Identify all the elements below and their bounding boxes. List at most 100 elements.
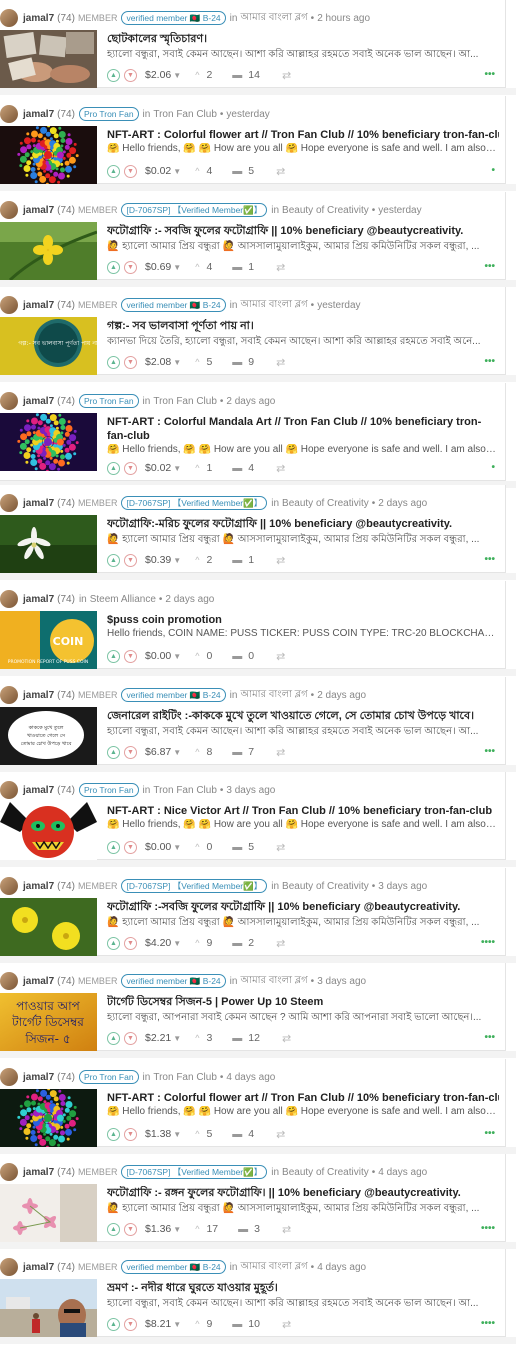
payout-value[interactable]: $8.21 xyxy=(145,1318,171,1330)
post-excerpt[interactable]: 🙋 হ্যালো আমার প্রিয় বন্ধুরা 🙋 আসসালামুয… xyxy=(107,1201,497,1218)
vote-count[interactable]: ^ 5 xyxy=(195,1128,212,1140)
resteem-icon[interactable]: ⇄ xyxy=(276,462,285,475)
community-link[interactable]: আমার বাংলা ব্লগ xyxy=(240,687,307,704)
downvote-icon[interactable]: ▼ xyxy=(124,1127,137,1141)
downvote-icon[interactable]: ▼ xyxy=(124,1317,137,1331)
more-options-icon[interactable]: •••• xyxy=(481,1223,495,1234)
resteem-icon[interactable]: ⇄ xyxy=(282,1032,291,1045)
vote-count[interactable]: ^ 4 xyxy=(195,261,212,273)
payout-value[interactable]: $1.38 xyxy=(145,1128,171,1140)
post-thumbnail[interactable] xyxy=(0,126,97,184)
downvote-icon[interactable]: ▼ xyxy=(124,553,137,567)
payout-value[interactable]: $2.06 xyxy=(145,69,171,81)
author-name[interactable]: jamal7 xyxy=(23,109,54,120)
post-title[interactable]: ফটোগ্রাফি :- সবজি ফুলের ফটোগ্রাফি || 10%… xyxy=(107,224,499,238)
author-name[interactable]: jamal7 xyxy=(23,205,54,216)
comment-count[interactable]: ▬ 7 xyxy=(232,746,254,758)
post-title[interactable]: NFT-ART : Nice Victor Art // Tron Fan Cl… xyxy=(107,804,499,818)
more-options-icon[interactable]: • xyxy=(491,462,495,473)
chevron-down-icon[interactable]: ▼ xyxy=(173,843,181,852)
author-name[interactable]: jamal7 xyxy=(23,13,54,24)
author-name[interactable]: jamal7 xyxy=(23,976,54,987)
author-name[interactable]: jamal7 xyxy=(23,396,54,407)
avatar[interactable] xyxy=(0,686,18,704)
community-link[interactable]: Tron Fan Club xyxy=(153,396,217,407)
post-thumbnail[interactable] xyxy=(0,30,97,88)
comment-count[interactable]: ▬ 4 xyxy=(232,1128,254,1140)
post-card[interactable]: jamal7 (74) MEMBER verified member 🇧🇩 B-… xyxy=(0,677,516,772)
vote-count[interactable]: ^ 8 xyxy=(195,746,212,758)
payout-value[interactable]: $0.02 xyxy=(145,165,171,177)
upvote-icon[interactable]: ▲ xyxy=(107,1317,120,1331)
author-name[interactable]: jamal7 xyxy=(23,594,54,605)
chevron-down-icon[interactable]: ▼ xyxy=(173,556,181,565)
post-thumbnail[interactable] xyxy=(0,898,97,956)
more-options-icon[interactable]: ••• xyxy=(484,1032,495,1043)
chevron-down-icon[interactable]: ▼ xyxy=(173,652,181,661)
community-link[interactable]: আমার বাংলা ব্লগ xyxy=(240,973,307,990)
upvote-icon[interactable]: ▲ xyxy=(107,260,120,274)
chevron-down-icon[interactable]: ▼ xyxy=(173,358,181,367)
post-title[interactable]: NFT-ART : Colorful Mandala Art // Tron F… xyxy=(107,415,499,443)
post-title[interactable]: ফটোগ্রাফি:-মরিচ ফুলের ফটোগ্রাফি || 10% b… xyxy=(107,517,499,531)
comment-count[interactable]: ▬ 10 xyxy=(232,1318,260,1330)
community-link[interactable]: Steem Alliance xyxy=(90,594,156,605)
vote-count[interactable]: ^ 9 xyxy=(195,937,212,949)
payout-value[interactable]: $2.21 xyxy=(145,1032,171,1044)
post-thumbnail[interactable]: পাওয়ার আপ টার্গেট ডিসেম্বর সিজন- ৫ xyxy=(0,993,97,1051)
avatar[interactable] xyxy=(0,972,18,990)
chevron-down-icon[interactable]: ▼ xyxy=(173,1225,181,1234)
post-excerpt[interactable]: 🙋 হ্যালো আমার প্রিয় বন্ধুরা 🙋 আসসালামুয… xyxy=(107,532,497,549)
avatar[interactable] xyxy=(0,9,18,27)
chevron-down-icon[interactable]: ▼ xyxy=(173,939,181,948)
avatar[interactable] xyxy=(0,392,18,410)
community-link[interactable]: Tron Fan Club xyxy=(153,109,217,120)
post-thumbnail[interactable] xyxy=(0,222,97,280)
resteem-icon[interactable]: ⇄ xyxy=(276,841,285,854)
payout-value[interactable]: $0.00 xyxy=(145,650,171,662)
avatar[interactable] xyxy=(0,201,18,219)
chevron-down-icon[interactable]: ▼ xyxy=(173,71,181,80)
post-card[interactable]: jamal7 (74) MEMBER verified member 🇧🇩 B-… xyxy=(0,0,516,95)
vote-count[interactable]: ^ 2 xyxy=(195,69,212,81)
comment-count[interactable]: ▬ 2 xyxy=(232,937,254,949)
chevron-down-icon[interactable]: ▼ xyxy=(173,464,181,473)
chevron-down-icon[interactable]: ▼ xyxy=(173,167,181,176)
payout-value[interactable]: $0.02 xyxy=(145,462,171,474)
resteem-icon[interactable]: ⇄ xyxy=(282,1223,291,1236)
avatar[interactable] xyxy=(0,781,18,799)
payout-value[interactable]: $0.00 xyxy=(145,841,171,853)
avatar[interactable] xyxy=(0,877,18,895)
vote-count[interactable]: ^ 3 xyxy=(195,1032,212,1044)
vote-count[interactable]: ^ 2 xyxy=(195,554,212,566)
avatar[interactable] xyxy=(0,590,18,608)
post-title[interactable]: ছোটকালের স্মৃতিচারণ। xyxy=(107,32,499,46)
chevron-down-icon[interactable]: ▼ xyxy=(173,1320,181,1329)
upvote-icon[interactable]: ▲ xyxy=(107,745,120,759)
vote-count[interactable]: ^ 9 xyxy=(195,1318,212,1330)
comment-count[interactable]: ▬ 3 xyxy=(238,1223,260,1235)
post-thumbnail[interactable] xyxy=(0,515,97,573)
post-card[interactable]: jamal7 (74) MEMBER [D-7067SP] 【Verified … xyxy=(0,1154,516,1249)
downvote-icon[interactable]: ▼ xyxy=(124,164,137,178)
author-name[interactable]: jamal7 xyxy=(23,1262,54,1273)
upvote-icon[interactable]: ▲ xyxy=(107,840,120,854)
post-card[interactable]: jamal7 (74) MEMBER verified member 🇧🇩 B-… xyxy=(0,963,516,1058)
avatar[interactable] xyxy=(0,105,18,123)
upvote-icon[interactable]: ▲ xyxy=(107,1031,120,1045)
post-card[interactable]: jamal7 (74) MEMBER verified member 🇧🇩 B-… xyxy=(0,287,516,382)
post-title[interactable]: $puss coin promotion xyxy=(107,613,499,627)
upvote-icon[interactable]: ▲ xyxy=(107,164,120,178)
comment-count[interactable]: ▬ 12 xyxy=(232,1032,260,1044)
community-link[interactable]: Tron Fan Club xyxy=(153,1072,217,1083)
vote-count[interactable]: ^ 17 xyxy=(195,1223,218,1235)
post-excerpt[interactable]: হ্যালো বন্ধুরা, সবাই কেমন আছেন। আশা করি … xyxy=(107,47,497,64)
chevron-down-icon[interactable]: ▼ xyxy=(173,263,181,272)
downvote-icon[interactable]: ▼ xyxy=(124,649,137,663)
post-excerpt[interactable]: 🙋 হ্যালো আমার প্রিয় বন্ধুরা 🙋 আসসালামুয… xyxy=(107,915,497,932)
post-thumbnail[interactable]: কাককে মুখে তুলে খাওয়াতে গেলে সে তোমার চোখ… xyxy=(0,707,97,765)
author-name[interactable]: jamal7 xyxy=(23,690,54,701)
comment-count[interactable]: ▬ 0 xyxy=(232,650,254,662)
community-link[interactable]: Tron Fan Club xyxy=(153,785,217,796)
resteem-icon[interactable]: ⇄ xyxy=(282,1318,291,1331)
